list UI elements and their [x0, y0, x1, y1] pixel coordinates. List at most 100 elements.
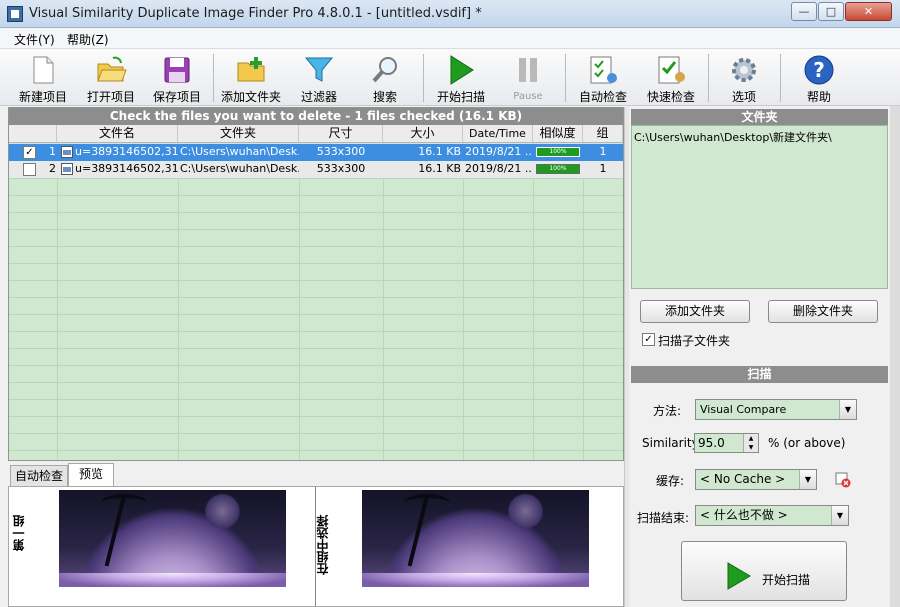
similarity-stepper[interactable]: 95.0 ▲ ▼	[694, 433, 759, 453]
row-dimensions: 533x300	[316, 145, 366, 158]
folder-list[interactable]: C:\Users\wuhan\Desktop\新建文件夹\	[631, 125, 888, 289]
menu-file[interactable]: 文件(Y)	[14, 31, 55, 48]
open-project-button[interactable]: 打开项目	[80, 52, 142, 104]
maximize-button[interactable]: □	[818, 2, 844, 21]
grid-line	[463, 143, 464, 460]
image-file-icon	[61, 144, 75, 161]
grid-line	[583, 143, 584, 460]
method-label: 方法:	[653, 404, 682, 418]
save-disk-icon	[164, 57, 190, 83]
toolbar-separator	[213, 54, 214, 102]
quick-check-icon	[658, 56, 685, 84]
column-header-size[interactable]: 大小	[383, 125, 463, 143]
row-checkbox[interactable]: ✓	[23, 146, 36, 159]
folder-panel: 文件夹 C:\Users\wuhan\Desktop\新建文件夹\ 添加文件夹 …	[629, 107, 890, 362]
tab-preview[interactable]: 预览	[68, 463, 114, 487]
method-select[interactable]: Visual Compare ▼	[695, 399, 857, 420]
select-in-group-label: 在组中选择	[316, 515, 330, 575]
gear-icon	[732, 58, 756, 82]
preview-image-left[interactable]	[59, 490, 286, 587]
row-similarity-bar: 100%	[536, 164, 580, 174]
row-group: 1	[599, 162, 607, 175]
column-header-group[interactable]: 组	[583, 125, 623, 143]
quick-check-button[interactable]: 快速检查	[640, 52, 702, 104]
grid-line	[9, 331, 623, 332]
open-folder-icon	[97, 56, 127, 82]
cache-select[interactable]: < No Cache > ▼	[695, 469, 817, 490]
chevron-down-icon: ▼	[799, 470, 816, 489]
options-button[interactable]: 选项	[716, 52, 772, 104]
minimize-button[interactable]: —	[791, 2, 817, 21]
funnel-filter-icon	[304, 57, 334, 82]
row-index: 2	[49, 162, 56, 175]
grid-line	[57, 143, 58, 460]
row-group: 1	[599, 145, 607, 158]
column-header-filename[interactable]: 文件名	[57, 125, 178, 143]
search-button[interactable]: 搜索	[356, 52, 414, 104]
folder-list-item[interactable]: C:\Users\wuhan\Desktop\新建文件夹\	[634, 129, 885, 145]
menu-help[interactable]: 帮助(Z)	[67, 31, 109, 48]
results-header: Check the files you want to delete - 1 f…	[9, 108, 623, 125]
new-project-button[interactable]: 新建项目	[12, 52, 74, 104]
start-scan-button[interactable]: 开始扫描	[681, 541, 847, 601]
grid-line	[299, 143, 300, 460]
pause-icon	[519, 58, 537, 82]
toolbar-separator	[780, 54, 781, 102]
preview-body: 第一组 在组中选择	[8, 486, 624, 607]
stepper-down-icon[interactable]: ▼	[743, 443, 758, 452]
chevron-down-icon: ▼	[839, 400, 856, 419]
new-project-icon	[33, 56, 54, 84]
table-row[interactable]: ✓ 1 u=3893146502,3142 C:\Users\wuhan\Des…	[9, 144, 623, 161]
grid-line	[9, 178, 623, 179]
column-header-check[interactable]	[9, 125, 57, 143]
row-folder: C:\Users\wuhan\Desk...	[180, 145, 299, 158]
chevron-down-icon: ▼	[831, 506, 848, 525]
grid-line	[383, 143, 384, 460]
app-icon	[7, 6, 23, 22]
grid-line	[178, 143, 179, 460]
table-row[interactable]: 2 u=3893146502,3142 C:\Users\wuhan\Desk.…	[9, 161, 623, 178]
scan-panel: 扫描 方法: Visual Compare ▼ Similarity: 95.0 …	[629, 366, 890, 607]
close-button[interactable]: ✕	[845, 2, 892, 21]
clear-cache-icon[interactable]	[835, 472, 851, 488]
magnifier-search-icon	[372, 57, 397, 83]
scan-subfolders-checkbox[interactable]: ✓	[642, 333, 655, 346]
delete-folder-button[interactable]: 删除文件夹	[768, 300, 878, 323]
row-filename: u=3893146502,3142	[75, 162, 178, 175]
play-icon	[450, 55, 474, 85]
start-scan-toolbar-button[interactable]: 开始扫描	[430, 52, 492, 104]
auto-check-icon	[590, 56, 617, 84]
filter-button[interactable]: 过滤器	[290, 52, 348, 104]
save-project-button[interactable]: 保存项目	[146, 52, 208, 104]
column-header-dimensions[interactable]: 尺寸	[299, 125, 383, 143]
menu-bar: 文件(Y) 帮助(Z)	[0, 28, 900, 49]
pause-button[interactable]: Pause	[500, 52, 556, 104]
play-icon	[727, 562, 751, 590]
column-header-folder[interactable]: 文件夹	[178, 125, 299, 143]
row-size: 16.1 KB	[418, 145, 461, 158]
column-header-similarity[interactable]: 相似度	[533, 125, 583, 143]
toolbar: 新建项目 打开项目 保存项目 添加文件夹 过滤器 搜索 开始扫描 Pause 自…	[0, 49, 900, 106]
grid-line	[9, 263, 623, 264]
add-folder-icon	[237, 57, 265, 82]
after-scan-select[interactable]: < 什么也不做 > ▼	[695, 505, 849, 526]
row-index: 1	[49, 145, 56, 158]
grid-line	[9, 433, 623, 434]
row-dimensions: 533x300	[316, 162, 366, 175]
grid-line	[9, 450, 623, 451]
group-label: 第一组	[12, 515, 26, 551]
window-title: Visual Similarity Duplicate Image Finder…	[29, 6, 482, 21]
toolbar-separator	[565, 54, 566, 102]
add-folder-panel-button[interactable]: 添加文件夹	[640, 300, 750, 323]
add-folder-button[interactable]: 添加文件夹	[218, 52, 284, 104]
row-similarity-bar: 100%	[536, 147, 580, 157]
column-header-datetime[interactable]: Date/Time	[463, 125, 533, 143]
preview-image-right[interactable]	[362, 490, 589, 587]
row-checkbox[interactable]	[23, 163, 36, 176]
stepper-up-icon[interactable]: ▲	[743, 434, 758, 443]
auto-check-button[interactable]: 自动检查	[572, 52, 634, 104]
after-scan-label: 扫描结束:	[637, 511, 690, 525]
tab-auto-check[interactable]: 自动检查	[10, 465, 68, 487]
help-button[interactable]: ? 帮助	[790, 52, 848, 104]
scan-subfolders-label: 扫描子文件夹	[658, 334, 731, 348]
